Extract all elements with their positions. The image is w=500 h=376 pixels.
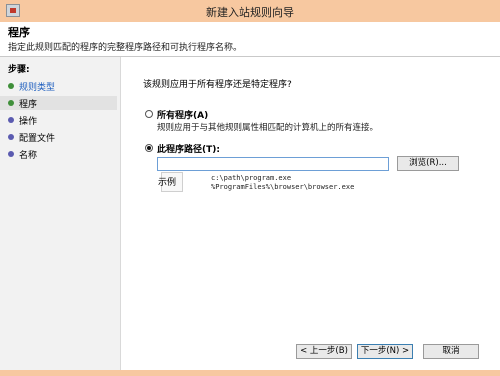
step-profile[interactable]: 配置文件 (0, 130, 117, 144)
program-path-input[interactable] (157, 157, 389, 171)
cancel-button[interactable]: 取消 (423, 344, 479, 359)
step-name[interactable]: 名称 (0, 147, 117, 161)
back-button[interactable]: < 上一步(B) (296, 344, 352, 359)
window-bottom-border (0, 370, 500, 376)
page-description: 指定此规则匹配的程序的完整程序路径和可执行程序名称。 (8, 43, 243, 53)
step-status-icon (8, 83, 14, 89)
step-status-icon (8, 134, 14, 140)
wizard-header: 程序 指定此规则匹配的程序的完整程序路径和可执行程序名称。 (0, 22, 500, 57)
steps-label: 步骤: (8, 65, 30, 75)
all-programs-description: 规则应用于与其他规则属性相匹配的计算机上的所有连接。 (157, 123, 379, 133)
step-label: 名称 (19, 151, 38, 161)
this-program-label[interactable]: 此程序路径(T): (157, 142, 220, 155)
example-path: %ProgramFiles%\browser\browser.exe (211, 183, 355, 191)
this-program-radio[interactable] (145, 144, 153, 152)
step-label: 配置文件 (19, 134, 56, 144)
all-programs-label[interactable]: 所有程序(A) (157, 108, 208, 121)
next-button[interactable]: 下一步(N) > (357, 344, 413, 359)
step-label: 规则类型 (19, 83, 56, 93)
page-title: 程序 (8, 26, 30, 39)
example-path: c:\path\program.exe (211, 174, 292, 182)
window-title: 新建入站规则向导 (206, 6, 294, 19)
step-program[interactable]: 程序 (0, 96, 117, 110)
rule-question: 该规则应用于所有程序还是特定程序? (143, 80, 292, 90)
step-rule-type[interactable]: 规则类型 (0, 79, 117, 93)
all-programs-radio[interactable] (145, 110, 153, 118)
steps-sidebar: 步骤: 规则类型 程序 操作 配置文件 名称 (0, 57, 121, 376)
browse-button[interactable]: 浏览(R)... (397, 156, 459, 171)
step-label: 操作 (19, 117, 38, 127)
step-status-icon (8, 117, 14, 123)
step-action[interactable]: 操作 (0, 113, 117, 127)
example-paths: c:\path\program.exe %ProgramFiles%\brows… (211, 174, 354, 192)
main-panel: 该规则应用于所有程序还是特定程序? 所有程序(A) 规则应用于与其他规则属性相匹… (121, 57, 500, 376)
step-label: 程序 (19, 100, 38, 110)
step-status-icon (8, 151, 14, 157)
step-status-icon (8, 100, 14, 106)
example-label: 示例 (158, 178, 177, 188)
title-bar: 新建入站规则向导 (0, 0, 500, 22)
